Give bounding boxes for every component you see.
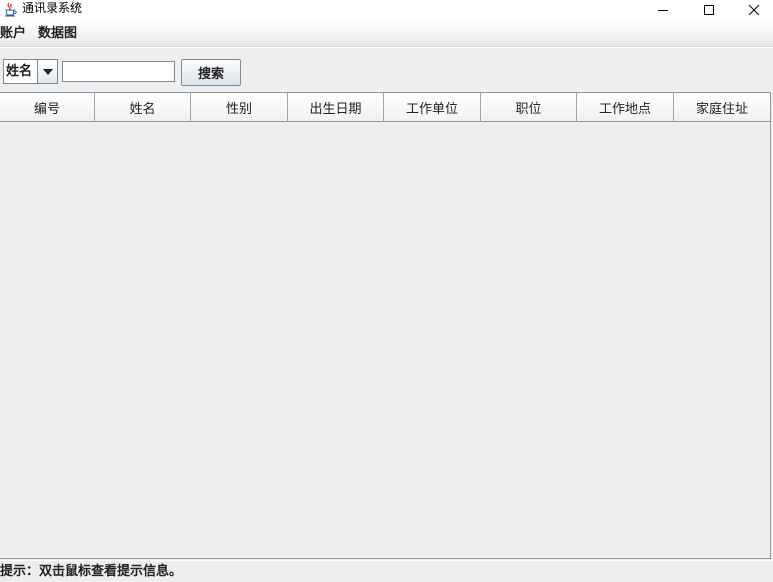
minimize-button[interactable] [640, 0, 686, 20]
column-header-name[interactable]: 姓名 [95, 93, 191, 121]
search-field-selected: 姓名 [6, 64, 33, 79]
contacts-table[interactable]: 编号 姓名 性别 出生日期 工作单位 职位 工作地点 家庭住址 [0, 92, 771, 559]
column-header-home-address[interactable]: 家庭住址 [674, 93, 770, 121]
column-header-position[interactable]: 职位 [481, 93, 577, 121]
main-content: 姓名 搜索 编号 姓名 性别 出生日期 工作单位 职位 工作地点 家庭住址 [0, 48, 773, 560]
table-header: 编号 姓名 性别 出生日期 工作单位 职位 工作地点 家庭住址 [0, 93, 770, 122]
title-bar[interactable]: 通讯录系统 [0, 0, 773, 20]
maximize-icon [704, 5, 714, 15]
close-icon [748, 4, 760, 16]
column-header-employer[interactable]: 工作单位 [384, 93, 481, 121]
menu-bar: 账户 数据图 [0, 20, 773, 47]
minimize-icon [658, 10, 668, 11]
menu-account[interactable]: 账户 [0, 25, 26, 42]
chevron-down-icon [42, 68, 53, 75]
search-button[interactable]: 搜索 [181, 59, 241, 86]
column-header-gender[interactable]: 性别 [191, 93, 288, 121]
maximize-button[interactable] [686, 0, 732, 20]
column-header-id[interactable]: 编号 [0, 93, 95, 121]
menu-data-chart[interactable]: 数据图 [38, 25, 77, 42]
search-input[interactable] [62, 61, 175, 82]
java-cup-icon [2, 1, 18, 17]
column-header-work-location[interactable]: 工作地点 [577, 93, 674, 121]
window-title: 通讯录系统 [22, 1, 83, 15]
close-button[interactable] [731, 0, 773, 20]
search-field-select[interactable]: 姓名 [3, 59, 58, 84]
dropdown-arrow-button[interactable] [37, 60, 57, 83]
status-bar: 提示：双击鼠标查看提示信息。 [0, 561, 773, 582]
status-hint: 提示：双击鼠标查看提示信息。 [0, 564, 183, 579]
column-header-birthdate[interactable]: 出生日期 [288, 93, 384, 121]
